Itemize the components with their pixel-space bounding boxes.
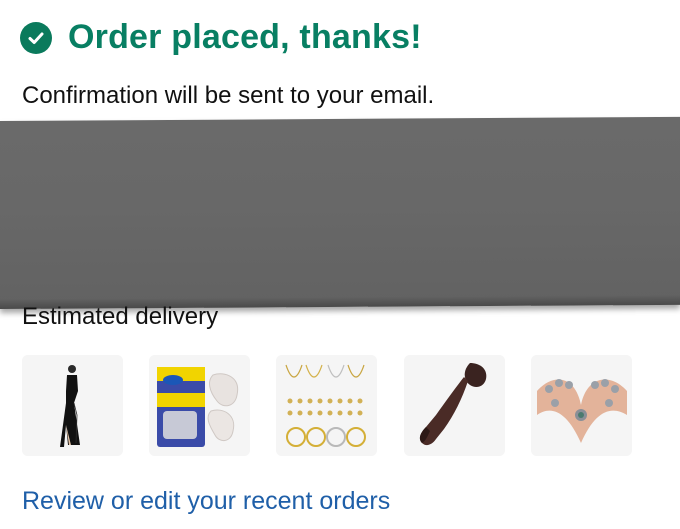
confirmation-subtitle: Confirmation will be sent to your email. (22, 82, 435, 109)
estimated-delivery-label: Estimated delivery (22, 303, 219, 330)
order-confirmation-page: Order placed, thanks! Confirmation will … (0, 0, 680, 529)
product-thumbnail-jewelry-set[interactable] (276, 355, 377, 456)
confirmation-header: Order placed, thanks! (20, 18, 422, 57)
product-thumbnail-adult-novelty[interactable] (404, 355, 505, 456)
redaction-overlay (0, 116, 680, 309)
check-circle-icon (20, 21, 52, 54)
product-thumbnail-insoles[interactable] (149, 355, 250, 456)
review-orders-link[interactable]: Review or edit your recent orders (22, 487, 390, 516)
product-thumbnail-rings[interactable] (531, 355, 632, 456)
page-title: Order placed, thanks! (68, 18, 422, 56)
product-thumbnail-black-dress[interactable] (22, 355, 123, 456)
